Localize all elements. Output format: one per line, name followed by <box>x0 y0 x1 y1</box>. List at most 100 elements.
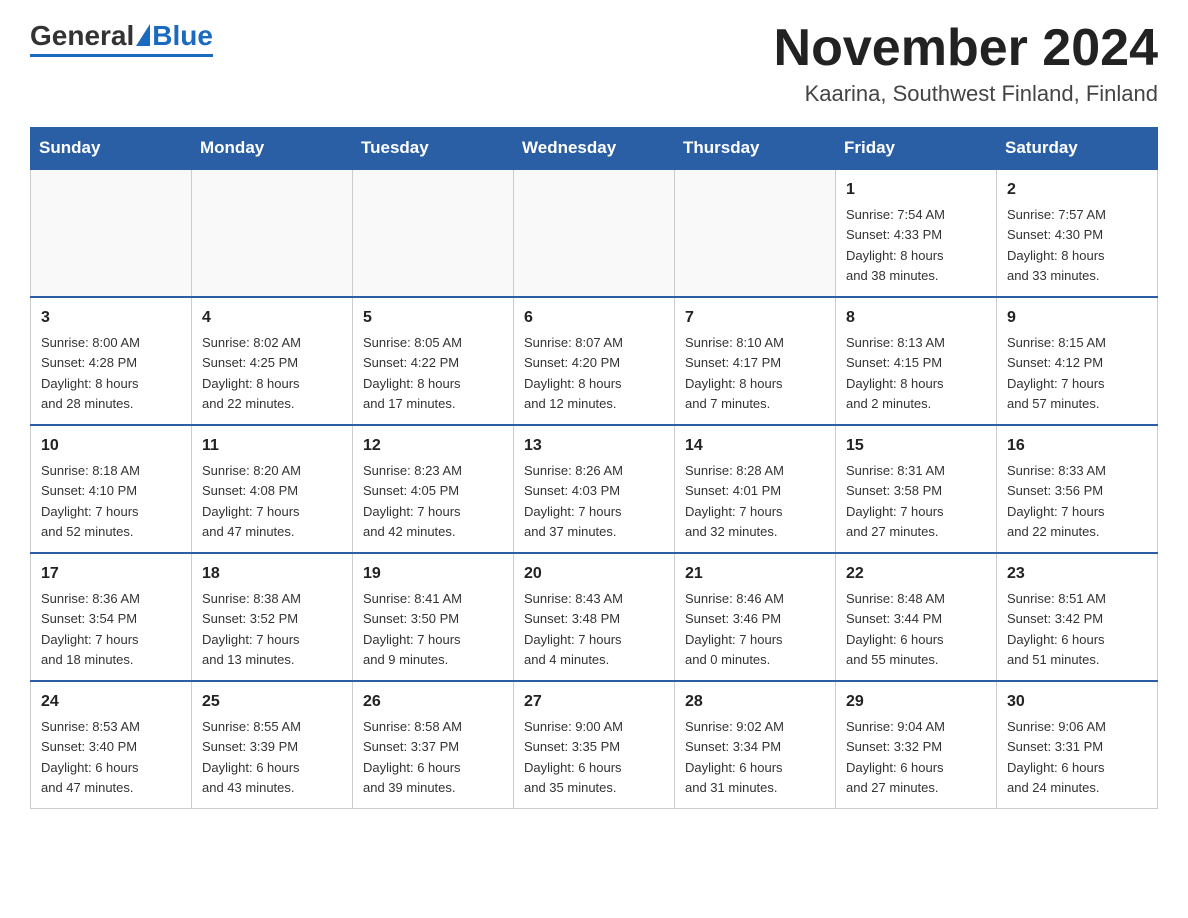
calendar-cell: 10 Sunrise: 8:18 AM Sunset: 4:10 PM Dayli… <box>31 425 192 553</box>
calendar-cell: 12 Sunrise: 8:23 AM Sunset: 4:05 PM Dayli… <box>353 425 514 553</box>
day-number: 5 <box>363 306 503 330</box>
day-info: Sunrise: 8:07 AM Sunset: 4:20 PM Dayligh… <box>524 335 623 411</box>
calendar-table: SundayMondayTuesdayWednesdayThursdayFrid… <box>30 127 1158 809</box>
day-number: 14 <box>685 434 825 458</box>
day-info: Sunrise: 8:58 AM Sunset: 3:37 PM Dayligh… <box>363 719 462 795</box>
calendar-cell <box>353 169 514 297</box>
day-number: 10 <box>41 434 181 458</box>
calendar-cell: 16 Sunrise: 8:33 AM Sunset: 3:56 PM Dayli… <box>997 425 1158 553</box>
header-tuesday: Tuesday <box>353 128 514 170</box>
day-info: Sunrise: 8:02 AM Sunset: 4:25 PM Dayligh… <box>202 335 301 411</box>
calendar-cell: 28Sunrise: 9:02 AM Sunset: 3:34 PM Dayli… <box>675 681 836 809</box>
day-number: 19 <box>363 562 503 586</box>
calendar-cell: 14 Sunrise: 8:28 AM Sunset: 4:01 PM Dayli… <box>675 425 836 553</box>
day-number: 27 <box>524 690 664 714</box>
day-info: Sunrise: 8:46 AM Sunset: 3:46 PM Dayligh… <box>685 591 784 667</box>
week-row-1: 1 Sunrise: 7:54 AM Sunset: 4:33 PM Daylig… <box>31 169 1158 297</box>
day-number: 20 <box>524 562 664 586</box>
calendar-cell: 17 Sunrise: 8:36 AM Sunset: 3:54 PM Dayli… <box>31 553 192 681</box>
month-title: November 2024 <box>774 20 1158 77</box>
day-info: Sunrise: 8:51 AM Sunset: 3:42 PM Dayligh… <box>1007 591 1106 667</box>
calendar-cell: 15Sunrise: 8:31 AM Sunset: 3:58 PM Dayli… <box>836 425 997 553</box>
day-number: 18 <box>202 562 342 586</box>
day-info: Sunrise: 8:13 AM Sunset: 4:15 PM Dayligh… <box>846 335 945 411</box>
calendar-cell: 6 Sunrise: 8:07 AM Sunset: 4:20 PM Daylig… <box>514 297 675 425</box>
day-info: Sunrise: 8:53 AM Sunset: 3:40 PM Dayligh… <box>41 719 140 795</box>
logo: General Blue <box>30 20 213 57</box>
day-info: Sunrise: 9:06 AM Sunset: 3:31 PM Dayligh… <box>1007 719 1106 795</box>
day-info: Sunrise: 8:41 AM Sunset: 3:50 PM Dayligh… <box>363 591 462 667</box>
day-number: 1 <box>846 178 986 202</box>
week-row-4: 17 Sunrise: 8:36 AM Sunset: 3:54 PM Dayli… <box>31 553 1158 681</box>
calendar-cell: 4Sunrise: 8:02 AM Sunset: 4:25 PM Daylig… <box>192 297 353 425</box>
day-number: 26 <box>363 690 503 714</box>
day-number: 12 <box>363 434 503 458</box>
day-number: 21 <box>685 562 825 586</box>
page-header: General Blue November 2024 Kaarina, Sout… <box>30 20 1158 107</box>
day-number: 15 <box>846 434 986 458</box>
header-monday: Monday <box>192 128 353 170</box>
day-info: Sunrise: 8:36 AM Sunset: 3:54 PM Dayligh… <box>41 591 140 667</box>
header-wednesday: Wednesday <box>514 128 675 170</box>
header-friday: Friday <box>836 128 997 170</box>
calendar-cell: 26 Sunrise: 8:58 AM Sunset: 3:37 PM Dayli… <box>353 681 514 809</box>
day-info: Sunrise: 9:00 AM Sunset: 3:35 PM Dayligh… <box>524 719 623 795</box>
day-info: Sunrise: 7:57 AM Sunset: 4:30 PM Dayligh… <box>1007 207 1106 283</box>
title-area: November 2024 Kaarina, Southwest Finland… <box>774 20 1158 107</box>
logo-blue-text: Blue <box>152 20 213 52</box>
header-saturday: Saturday <box>997 128 1158 170</box>
calendar-cell: 5 Sunrise: 8:05 AM Sunset: 4:22 PM Daylig… <box>353 297 514 425</box>
calendar-cell <box>514 169 675 297</box>
day-number: 29 <box>846 690 986 714</box>
week-row-5: 24 Sunrise: 8:53 AM Sunset: 3:40 PM Dayli… <box>31 681 1158 809</box>
calendar-cell: 18Sunrise: 8:38 AM Sunset: 3:52 PM Dayli… <box>192 553 353 681</box>
day-number: 7 <box>685 306 825 330</box>
day-number: 3 <box>41 306 181 330</box>
calendar-cell: 23Sunrise: 8:51 AM Sunset: 3:42 PM Dayli… <box>997 553 1158 681</box>
day-number: 24 <box>41 690 181 714</box>
calendar-cell: 7 Sunrise: 8:10 AM Sunset: 4:17 PM Daylig… <box>675 297 836 425</box>
calendar-cell: 27 Sunrise: 9:00 AM Sunset: 3:35 PM Dayli… <box>514 681 675 809</box>
day-info: Sunrise: 8:48 AM Sunset: 3:44 PM Dayligh… <box>846 591 945 667</box>
calendar-cell: 22 Sunrise: 8:48 AM Sunset: 3:44 PM Dayli… <box>836 553 997 681</box>
calendar-cell <box>31 169 192 297</box>
day-number: 8 <box>846 306 986 330</box>
day-number: 17 <box>41 562 181 586</box>
calendar-header-row: SundayMondayTuesdayWednesdayThursdayFrid… <box>31 128 1158 170</box>
logo-triangle-icon <box>136 24 150 46</box>
day-info: Sunrise: 8:10 AM Sunset: 4:17 PM Dayligh… <box>685 335 784 411</box>
day-number: 28 <box>685 690 825 714</box>
day-info: Sunrise: 8:23 AM Sunset: 4:05 PM Dayligh… <box>363 463 462 539</box>
day-number: 9 <box>1007 306 1147 330</box>
day-info: Sunrise: 8:15 AM Sunset: 4:12 PM Dayligh… <box>1007 335 1106 411</box>
day-number: 16 <box>1007 434 1147 458</box>
calendar-cell: 20 Sunrise: 8:43 AM Sunset: 3:48 PM Dayli… <box>514 553 675 681</box>
calendar-cell: 9 Sunrise: 8:15 AM Sunset: 4:12 PM Daylig… <box>997 297 1158 425</box>
day-info: Sunrise: 8:05 AM Sunset: 4:22 PM Dayligh… <box>363 335 462 411</box>
day-number: 6 <box>524 306 664 330</box>
calendar-cell: 2Sunrise: 7:57 AM Sunset: 4:30 PM Daylig… <box>997 169 1158 297</box>
calendar-cell: 25Sunrise: 8:55 AM Sunset: 3:39 PM Dayli… <box>192 681 353 809</box>
logo-underline <box>30 54 213 57</box>
day-info: Sunrise: 9:04 AM Sunset: 3:32 PM Dayligh… <box>846 719 945 795</box>
day-number: 11 <box>202 434 342 458</box>
calendar-cell <box>675 169 836 297</box>
calendar-cell: 30 Sunrise: 9:06 AM Sunset: 3:31 PM Dayli… <box>997 681 1158 809</box>
calendar-cell: 24 Sunrise: 8:53 AM Sunset: 3:40 PM Dayli… <box>31 681 192 809</box>
day-info: Sunrise: 8:33 AM Sunset: 3:56 PM Dayligh… <box>1007 463 1106 539</box>
calendar-cell: 8 Sunrise: 8:13 AM Sunset: 4:15 PM Daylig… <box>836 297 997 425</box>
calendar-cell: 21 Sunrise: 8:46 AM Sunset: 3:46 PM Dayli… <box>675 553 836 681</box>
day-number: 22 <box>846 562 986 586</box>
calendar-cell: 1 Sunrise: 7:54 AM Sunset: 4:33 PM Daylig… <box>836 169 997 297</box>
week-row-2: 3 Sunrise: 8:00 AM Sunset: 4:28 PM Daylig… <box>31 297 1158 425</box>
day-number: 30 <box>1007 690 1147 714</box>
day-info: Sunrise: 7:54 AM Sunset: 4:33 PM Dayligh… <box>846 207 945 283</box>
day-info: Sunrise: 8:28 AM Sunset: 4:01 PM Dayligh… <box>685 463 784 539</box>
day-info: Sunrise: 8:18 AM Sunset: 4:10 PM Dayligh… <box>41 463 140 539</box>
day-info: Sunrise: 8:20 AM Sunset: 4:08 PM Dayligh… <box>202 463 301 539</box>
day-info: Sunrise: 8:43 AM Sunset: 3:48 PM Dayligh… <box>524 591 623 667</box>
day-info: Sunrise: 8:55 AM Sunset: 3:39 PM Dayligh… <box>202 719 301 795</box>
calendar-cell: 11 Sunrise: 8:20 AM Sunset: 4:08 PM Dayli… <box>192 425 353 553</box>
day-info: Sunrise: 8:00 AM Sunset: 4:28 PM Dayligh… <box>41 335 140 411</box>
week-row-3: 10 Sunrise: 8:18 AM Sunset: 4:10 PM Dayli… <box>31 425 1158 553</box>
